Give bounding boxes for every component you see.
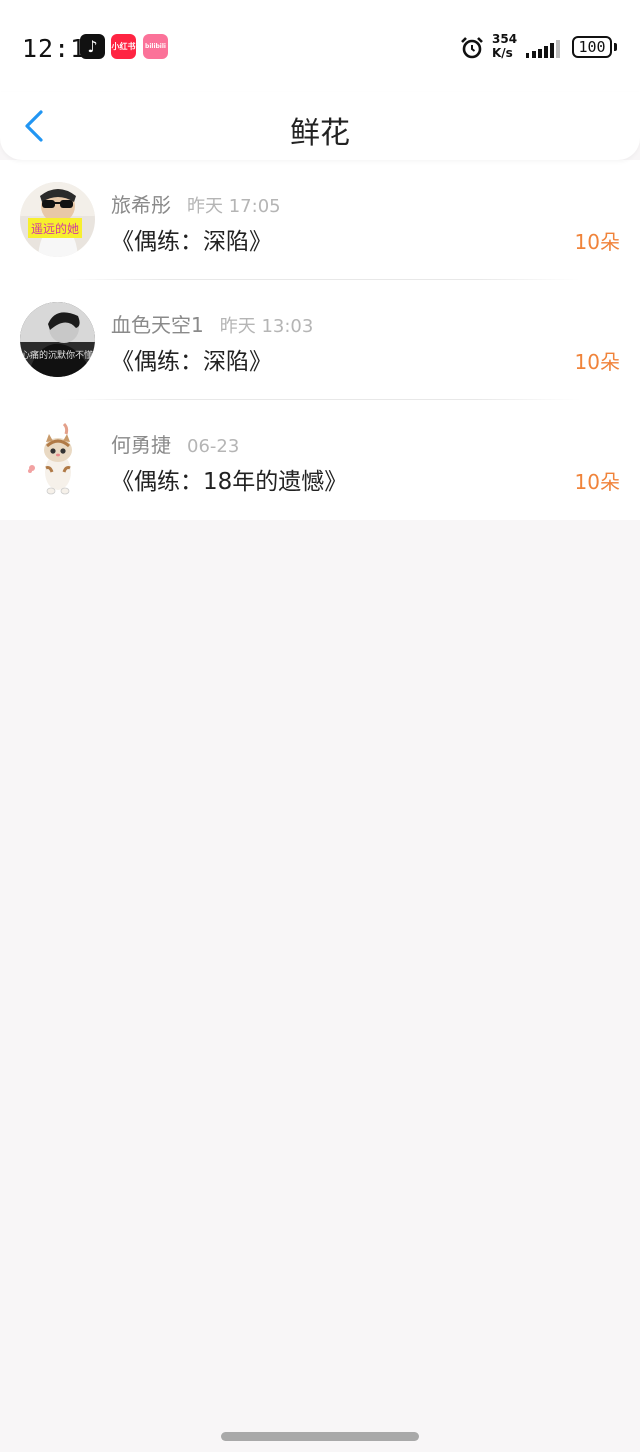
user-name[interactable]: 血色天空1 昨天 13:03	[111, 309, 313, 338]
avatar[interactable]: 心痛的沉默你不懂	[20, 302, 95, 377]
status-bar: 12:19 ♪ 小红书 bilibili 354 K/s 100	[0, 0, 640, 92]
network-speed-value: 354	[492, 32, 518, 46]
book-title[interactable]: 《偶练：深陷》	[111, 342, 272, 376]
network-speed-unit: K/s	[492, 46, 513, 60]
list-item[interactable]: 心痛的沉默你不懂 血色天空1 昨天 13:03 《偶练：深陷》 10朵	[0, 280, 640, 400]
avatar-caption: 心痛的沉默你不懂	[21, 349, 93, 361]
list-item[interactable]: 何勇捷 06-23 《偶练：18年的遗憾》 10朵	[0, 400, 640, 520]
timestamp: 昨天 13:03	[219, 316, 314, 337]
avatar-caption: 遥远的她	[31, 221, 79, 236]
avatar[interactable]	[20, 422, 95, 497]
xiaohongshu-label: 小红书	[111, 42, 136, 51]
home-indicator[interactable]	[221, 1432, 419, 1441]
timestamp: 06-23	[187, 436, 240, 457]
network-speed: 354 K/s	[492, 32, 522, 60]
user-name-text[interactable]: 旅希彤	[111, 193, 171, 217]
battery-level: 100	[578, 38, 606, 56]
battery-tip	[614, 43, 617, 51]
bilibili-label: bilibili	[145, 43, 166, 50]
navigation-bar: 鲜花	[0, 92, 640, 160]
book-title[interactable]: 《偶练：18年的遗憾》	[111, 462, 347, 496]
book-title[interactable]: 《偶练：深陷》	[111, 222, 272, 256]
user-name-text[interactable]: 何勇捷	[111, 433, 171, 457]
user-name[interactable]: 何勇捷 06-23	[111, 429, 239, 458]
signal-icon	[526, 40, 560, 58]
user-name[interactable]: 旅希彤 昨天 17:05	[111, 189, 281, 218]
alarm-icon	[461, 37, 483, 59]
flower-list: 遥远的她 旅希彤 昨天 17:05 《偶练：深陷》 10朵 心痛的沉默你不懂 血色…	[0, 160, 640, 520]
battery-icon: 100	[572, 36, 612, 58]
avatar[interactable]: 遥远的她	[20, 182, 95, 257]
flower-count: 10朵	[574, 350, 620, 374]
flower-count: 10朵	[574, 230, 620, 254]
xiaohongshu-icon: 小红书	[111, 34, 136, 59]
bilibili-icon: bilibili	[143, 34, 168, 59]
flower-count: 10朵	[574, 470, 620, 494]
timestamp: 昨天 17:05	[187, 196, 281, 217]
page-title: 鲜花	[290, 116, 350, 151]
tiktok-icon: ♪	[80, 34, 105, 59]
user-name-text[interactable]: 血色天空1	[111, 313, 204, 337]
list-item[interactable]: 遥远的她 旅希彤 昨天 17:05 《偶练：深陷》 10朵	[0, 160, 640, 280]
